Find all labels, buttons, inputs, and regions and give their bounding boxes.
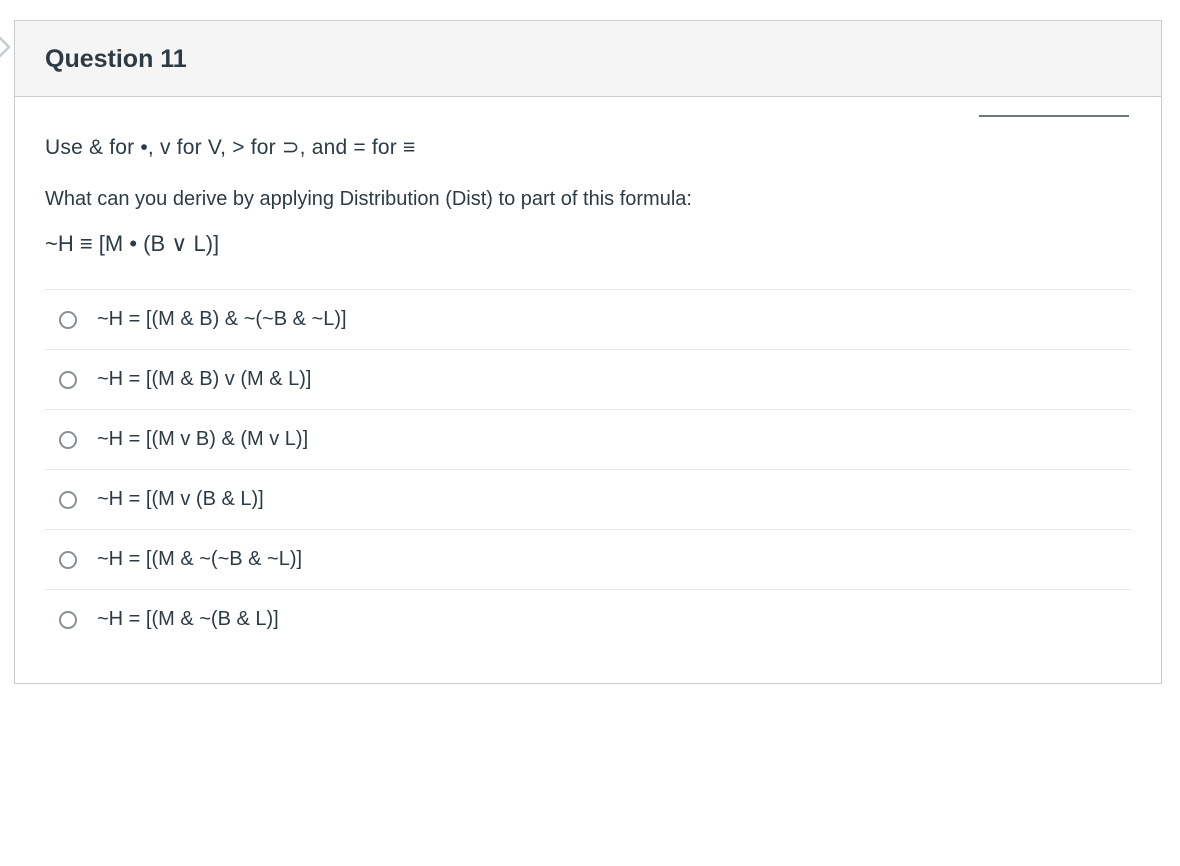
instruction-text: Use & for •, v for V, > for ⊃, and = for… [45, 135, 1131, 160]
option-label: ~H = [(M & ~(~B & ~L)] [97, 548, 302, 571]
option-row[interactable]: ~H = [(M & B) & ~(~B & ~L)] [45, 290, 1131, 350]
radio-icon[interactable] [59, 611, 77, 629]
option-row[interactable]: ~H = [(M v B) & (M v L)] [45, 410, 1131, 470]
option-row[interactable]: ~H = [(M & ~(B & L)] [45, 590, 1131, 649]
question-title: Question 11 [45, 45, 1131, 74]
option-label: ~H = [(M & B) & ~(~B & ~L)] [97, 308, 347, 331]
option-label: ~H = [(M v B) & (M v L)] [97, 428, 308, 451]
option-row[interactable]: ~H = [(M v (B & L)] [45, 470, 1131, 530]
option-row[interactable]: ~H = [(M & ~(~B & ~L)] [45, 530, 1131, 590]
question-body: Use & for •, v for V, > for ⊃, and = for… [15, 97, 1161, 683]
points-underline [979, 115, 1129, 117]
radio-icon[interactable] [59, 371, 77, 389]
chevron-right-icon [0, 36, 12, 58]
question-card: Question 11 Use & for •, v for V, > for … [14, 20, 1162, 684]
radio-icon[interactable] [59, 311, 77, 329]
page: Question 11 Use & for •, v for V, > for … [0, 0, 1180, 866]
formula-text: ~H ≡ [M • (B ∨ L)] [45, 231, 1131, 257]
radio-icon[interactable] [59, 431, 77, 449]
option-row[interactable]: ~H = [(M & B) v (M & L)] [45, 350, 1131, 410]
question-header: Question 11 [15, 21, 1161, 97]
prompt-text: What can you derive by applying Distribu… [45, 188, 1131, 211]
options-list: ~H = [(M & B) & ~(~B & ~L)] ~H = [(M & B… [45, 289, 1131, 649]
option-label: ~H = [(M & B) v (M & L)] [97, 368, 311, 391]
radio-icon[interactable] [59, 491, 77, 509]
radio-icon[interactable] [59, 551, 77, 569]
option-label: ~H = [(M & ~(B & L)] [97, 608, 279, 631]
option-label: ~H = [(M v (B & L)] [97, 488, 264, 511]
